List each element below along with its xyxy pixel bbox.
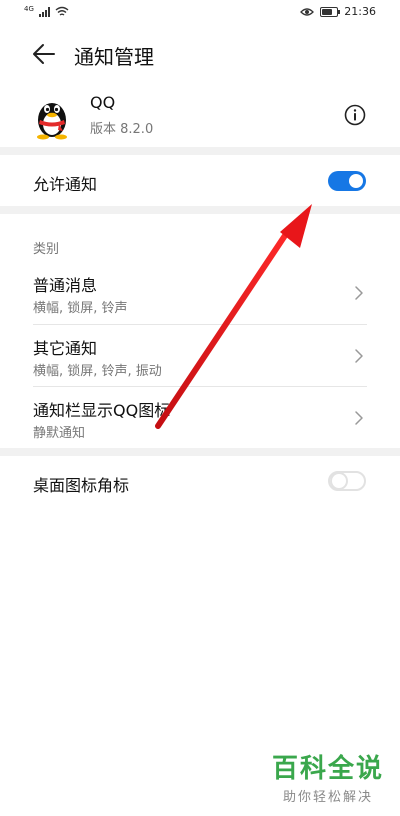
signal-icon (38, 6, 50, 17)
category-item-label: 普通消息 (33, 276, 98, 295)
section-divider (0, 206, 400, 214)
category-item-sub: 横幅, 锁屏, 铃声, 振动 (33, 364, 162, 379)
app-version: 版本 8.2.0 (90, 122, 154, 137)
toggle-knob (332, 474, 346, 488)
network-type: 4G (24, 4, 34, 13)
allow-notifications-label: 允许通知 (33, 175, 98, 194)
eye-icon (300, 7, 315, 16)
desktop-badge-label: 桌面图标角标 (33, 476, 130, 495)
battery-icon (320, 6, 341, 17)
qq-penguin-icon (37, 103, 67, 140)
app-name: QQ (90, 93, 116, 112)
category-header: 类别 (33, 242, 60, 257)
category-item-label: 其它通知 (33, 339, 98, 358)
desktop-badge-toggle[interactable] (328, 471, 366, 491)
page-title: 通知管理 (74, 45, 154, 69)
app-bar: 通知管理 (0, 32, 400, 76)
watermark: 百科全说 助你轻松解决 (272, 754, 384, 805)
allow-notifications-toggle[interactable] (328, 171, 366, 191)
status-bar: 4G 21:36 (0, 0, 400, 26)
section-divider (0, 448, 400, 456)
desktop-badge-row[interactable]: 桌面图标角标 (0, 456, 400, 508)
category-item-status-bar-icon[interactable]: 通知栏显示QQ图标 静默通知 (0, 387, 400, 447)
category-item-label: 通知栏显示QQ图标 (33, 401, 171, 420)
allow-notifications-row[interactable]: 允许通知 (0, 155, 400, 206)
back-arrow-icon[interactable] (30, 40, 58, 68)
category-item-normal-messages[interactable]: 普通消息 横幅, 锁屏, 铃声 (0, 262, 400, 324)
watermark-subtitle: 助你轻松解决 (282, 790, 373, 805)
watermark-title: 百科全说 (271, 754, 384, 784)
chevron-right-icon (355, 411, 363, 425)
status-right: 21:36 (300, 5, 376, 18)
clock: 21:36 (344, 5, 376, 18)
toggle-knob (349, 174, 363, 188)
category-item-sub: 横幅, 锁屏, 铃声 (33, 301, 128, 316)
info-icon[interactable] (344, 104, 366, 126)
wifi-icon (55, 6, 69, 16)
category-item-other-notifications[interactable]: 其它通知 横幅, 锁屏, 铃声, 振动 (0, 325, 400, 386)
chevron-right-icon (355, 349, 363, 363)
app-info-row: QQ 版本 8.2.0 (0, 88, 400, 146)
status-left: 4G (24, 4, 69, 17)
category-item-sub: 静默通知 (33, 426, 86, 441)
section-divider (0, 147, 400, 155)
chevron-right-icon (355, 286, 363, 300)
